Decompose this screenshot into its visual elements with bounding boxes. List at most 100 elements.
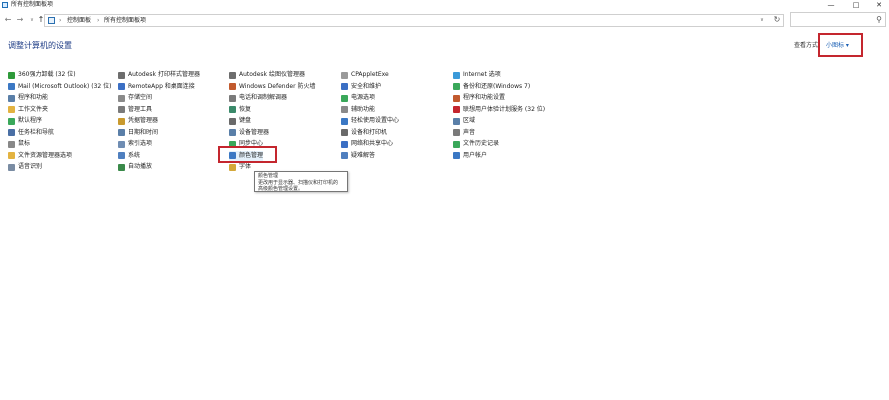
tooltip: 颜色管理 更改用于显示器、扫描仪和打印机的 高级颜色管理设置。 <box>254 171 348 192</box>
item-icon <box>453 106 460 113</box>
forward-icon[interactable]: → <box>16 15 24 25</box>
title-bar: 所有控制面板项 — □ ✕ <box>0 0 889 10</box>
item-label: 电话和调制解调器 <box>239 94 288 101</box>
control-panel-item[interactable]: 任务栏和导航 <box>8 128 54 138</box>
recent-locations-icon[interactable]: ∨ <box>28 15 36 25</box>
item-label: 字体 <box>239 163 252 170</box>
item-label: 任务栏和导航 <box>18 128 55 136</box>
window-title: 所有控制面板项 <box>11 1 54 8</box>
item-label: 键盘 <box>239 117 252 124</box>
refresh-icon[interactable]: ↻ <box>772 15 782 25</box>
control-panel-item[interactable]: 360强力卸载 (32 位) <box>8 70 76 80</box>
back-icon[interactable]: ← <box>4 15 12 25</box>
control-panel-item[interactable]: 网络和共享中心 <box>341 139 393 149</box>
control-panel-item[interactable]: Mail (Microsoft Outlook) (32 位) <box>8 82 111 92</box>
control-panel-item[interactable]: 文件资源管理器选项 <box>8 151 72 161</box>
control-panel-item[interactable]: 设备和打印机 <box>341 128 387 138</box>
item-label: 文件资源管理器选项 <box>18 151 73 159</box>
control-panel-item[interactable]: 安全和维护 <box>341 82 381 92</box>
control-panel-item[interactable]: 联想用户体验计划服务 (32 位) <box>453 105 545 115</box>
breadcrumb-separator: › <box>59 17 62 24</box>
item-icon <box>229 163 236 171</box>
page-title: 调整计算机的设置 <box>8 41 72 50</box>
view-by-label: 查看方式: <box>794 42 821 49</box>
control-panel-item[interactable]: Autodesk 打印样式管理器 <box>118 70 200 80</box>
control-panel-item[interactable]: 存储空间 <box>118 93 152 103</box>
item-label: Windows Defender 防火墙 <box>239 82 316 90</box>
control-panel-item[interactable]: 工作文件夹 <box>8 105 48 115</box>
control-panel-item[interactable]: Internet 选项 <box>453 70 501 80</box>
address-dropdown-icon[interactable]: ∨ <box>757 15 767 25</box>
item-label: Autodesk 打印样式管理器 <box>128 71 200 78</box>
item-icon <box>118 83 125 90</box>
item-icon <box>229 117 236 125</box>
navigation-bar: ← → ∨ ↑ › 控制面板 › 所有控制面板项 ∨ ↻ ⚲ <box>0 11 889 29</box>
control-panel-item[interactable]: 默认程序 <box>8 116 42 126</box>
breadcrumb-control-panel[interactable]: 控制面板 <box>67 16 91 26</box>
control-panel-item[interactable]: 程序和功能 <box>8 93 48 103</box>
item-icon <box>453 129 460 136</box>
control-panel-item[interactable]: 辅助功能 <box>341 105 375 115</box>
control-panel-item[interactable]: 轻松使用设置中心 <box>341 116 399 126</box>
item-label: 网络和共享中心 <box>351 140 394 147</box>
item-label: RemoteApp 和桌面连接 <box>128 82 195 90</box>
control-panel-item[interactable]: 声音 <box>453 128 475 138</box>
control-panel-item[interactable]: 备份和还原(Windows 7) <box>453 82 530 92</box>
control-panel-item[interactable]: 系统 <box>118 151 140 161</box>
item-icon <box>118 163 125 171</box>
item-label: 电源选项 <box>351 94 376 101</box>
control-panel-item[interactable]: 设备管理器 <box>229 128 269 138</box>
address-bar[interactable]: › 控制面板 › 所有控制面板项 <box>44 14 784 27</box>
control-panel-item[interactable]: 字体 <box>229 162 251 172</box>
item-label: 管理工具 <box>128 105 153 113</box>
breadcrumb-all-items[interactable]: 所有控制面板项 <box>104 16 146 26</box>
control-panel-item[interactable]: 疑难解答 <box>341 151 375 161</box>
item-label: 疑难解答 <box>351 151 376 159</box>
highlight-box-color-management <box>218 146 277 163</box>
control-panel-item[interactable]: 日期和时间 <box>118 128 158 138</box>
item-icon <box>453 140 460 148</box>
control-panel-icon <box>2 2 8 8</box>
item-icon <box>8 152 15 159</box>
control-panel-item[interactable]: 凭据管理器 <box>118 116 158 126</box>
control-panel-item[interactable]: 电话和调制解调器 <box>229 93 287 103</box>
item-icon <box>118 140 125 148</box>
control-panel-item[interactable]: 区域 <box>453 116 475 126</box>
item-label: 程序和功能 <box>18 94 49 101</box>
control-panel-item[interactable]: 程序和功能设置 <box>453 93 505 103</box>
item-label: 轻松使用设置中心 <box>351 117 400 124</box>
search-box[interactable]: ⚲ <box>790 12 886 27</box>
control-panel-item[interactable]: CPAppletExe <box>341 70 389 80</box>
control-panel-item[interactable]: 管理工具 <box>118 105 152 115</box>
item-icon <box>453 83 460 90</box>
control-panel-item[interactable]: 鼠标 <box>8 139 30 149</box>
item-icon <box>453 152 460 159</box>
item-icon <box>341 83 348 90</box>
control-panel-item[interactable]: 键盘 <box>229 116 251 126</box>
control-panel-item[interactable]: 恢复 <box>229 105 251 115</box>
close-button[interactable]: ✕ <box>872 0 886 10</box>
control-panel-item[interactable]: Autodesk 绘图仪管理器 <box>229 70 305 80</box>
item-icon <box>118 152 125 159</box>
control-panel-item[interactable]: 自动播放 <box>118 162 152 172</box>
control-panel-item[interactable]: RemoteApp 和桌面连接 <box>118 82 195 92</box>
item-icon <box>453 94 460 102</box>
minimize-button[interactable]: — <box>824 0 838 10</box>
control-panel-item[interactable]: 语音识别 <box>8 162 42 172</box>
item-label: 存储空间 <box>128 94 153 101</box>
maximize-button[interactable]: □ <box>849 0 863 10</box>
item-label: Internet 选项 <box>463 71 501 78</box>
item-icon <box>8 129 15 136</box>
item-icon <box>229 106 236 113</box>
item-label: 备份和还原(Windows 7) <box>463 82 531 90</box>
control-panel-item[interactable]: Windows Defender 防火墙 <box>229 82 315 92</box>
item-label: 用户帐户 <box>463 151 488 159</box>
control-panel-item[interactable]: 用户帐户 <box>453 151 487 161</box>
item-icon <box>8 94 15 102</box>
control-panel-item[interactable]: 文件历史记录 <box>453 139 499 149</box>
item-label: Mail (Microsoft Outlook) (32 位) <box>18 82 112 90</box>
item-icon <box>341 117 348 125</box>
control-panel-item[interactable]: 电源选项 <box>341 93 375 103</box>
item-icon <box>229 94 236 102</box>
control-panel-item[interactable]: 索引选项 <box>118 139 152 149</box>
